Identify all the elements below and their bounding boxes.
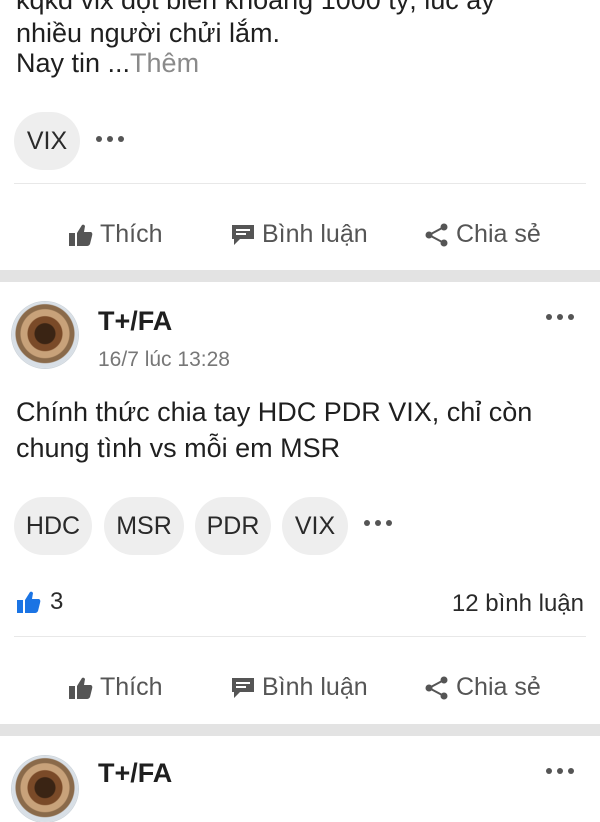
thumbs-up-icon — [17, 591, 41, 613]
comment-button[interactable]: Bình luận — [230, 673, 368, 702]
post-timestamp[interactable]: 16/7 lúc 13:28 — [98, 348, 230, 372]
tag-chip-pdr[interactable]: PDR — [195, 497, 271, 555]
tag-chip-vix[interactable]: VIX — [282, 497, 348, 555]
like-button[interactable]: Thích — [68, 220, 163, 249]
like-button[interactable]: Thích — [68, 673, 163, 702]
post-text-line: nhiều người chửi lắm. — [16, 18, 280, 48]
like-label: Thích — [100, 220, 163, 248]
post-text-truncated: Nay tin ...Thêm — [16, 47, 199, 80]
post-text-truncated-body: Nay tin ... — [16, 48, 131, 78]
share-icon — [425, 223, 448, 246]
thumbs-up-icon — [69, 677, 93, 699]
like-label: Thích — [100, 673, 163, 701]
thumbs-up-icon — [69, 224, 93, 246]
comment-label: Bình luận — [262, 220, 368, 248]
author-name[interactable]: T+/FA — [98, 758, 172, 789]
comment-button[interactable]: Bình luận — [230, 220, 368, 249]
like-count: 3 — [50, 588, 64, 615]
post-separator — [0, 724, 600, 736]
post-text-line: chung tình vs mỗi em MSR — [16, 433, 341, 463]
tag-chip-hdc[interactable]: HDC — [14, 497, 92, 555]
tag-chip-msr[interactable]: MSR — [104, 497, 184, 555]
post-separator — [0, 270, 600, 282]
see-more-link[interactable]: Thêm — [130, 48, 199, 78]
tag-chip-vix[interactable]: VIX — [14, 112, 80, 170]
reaction-summary[interactable]: 3 — [16, 588, 63, 616]
more-icon[interactable] — [546, 768, 574, 774]
comment-count[interactable]: 12 bình luận — [452, 590, 584, 618]
comment-icon — [232, 677, 254, 698]
share-label: Chia sẻ — [456, 220, 541, 248]
post-text-line: Chính thức chia tay HDC PDR VIX, chỉ còn — [16, 397, 533, 427]
share-icon — [425, 676, 448, 699]
share-button[interactable]: Chia sẻ — [424, 673, 541, 702]
comment-icon — [232, 224, 254, 245]
comment-label: Bình luận — [262, 673, 368, 701]
more-tags-icon[interactable] — [364, 520, 392, 526]
avatar[interactable] — [12, 302, 78, 368]
more-icon[interactable] — [546, 314, 574, 320]
avatar[interactable] — [12, 756, 78, 822]
divider — [14, 636, 586, 637]
share-label: Chia sẻ — [456, 673, 541, 701]
more-tags-icon[interactable] — [96, 136, 124, 142]
share-button[interactable]: Chia sẻ — [424, 220, 541, 249]
author-name[interactable]: T+/FA — [98, 306, 172, 337]
post-text-line: kqkd vix đột biến khoảng 1000 tỷ, lúc ấy — [16, 0, 495, 15]
divider — [14, 183, 586, 184]
